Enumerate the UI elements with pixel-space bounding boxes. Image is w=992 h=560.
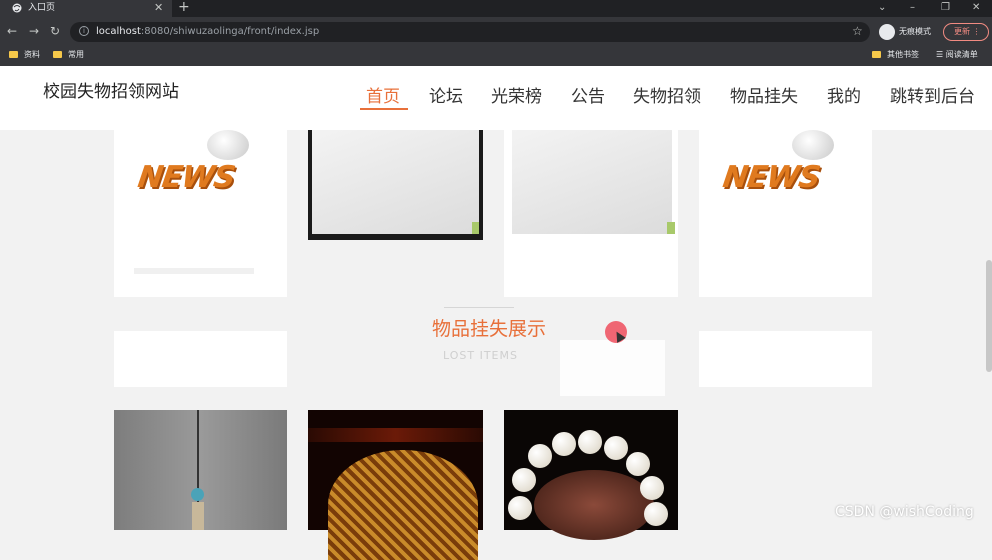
- page-scrollbar[interactable]: [986, 260, 992, 372]
- bead: [644, 502, 668, 526]
- ornament-tassel: [192, 502, 204, 530]
- globe-image: [207, 130, 249, 160]
- section-divider: [444, 307, 514, 308]
- nav-home[interactable]: 首页: [366, 85, 400, 109]
- faded-card-2: [699, 331, 872, 387]
- woven-rim: [308, 428, 483, 442]
- faded-card-3: [560, 340, 665, 396]
- nav-lost-report[interactable]: 物品挂失: [730, 85, 798, 109]
- incognito-icon[interactable]: [879, 24, 895, 40]
- news-card-2[interactable]: NEWS: [699, 130, 872, 297]
- news-image-text: NEWS: [135, 160, 237, 195]
- laptop-image: [512, 130, 672, 234]
- bead: [604, 436, 628, 460]
- card-caption-placeholder: [134, 268, 254, 274]
- bookmark-star-icon[interactable]: ☆: [852, 23, 863, 39]
- bead: [626, 452, 650, 476]
- item-card-woven[interactable]: [308, 410, 483, 560]
- forward-icon[interactable]: →: [29, 23, 39, 39]
- folder-icon: [872, 51, 881, 58]
- address-bar[interactable]: i localhost:8080/shiwuzaolinga/front/ind…: [70, 22, 870, 42]
- laptop-card[interactable]: [308, 130, 483, 242]
- reload-icon[interactable]: ↻: [50, 23, 60, 39]
- bead: [512, 468, 536, 492]
- nav-active-underline: [360, 108, 408, 110]
- incognito-label: 无痕模式: [899, 27, 931, 36]
- restore-icon[interactable]: ❐: [941, 0, 950, 16]
- bead: [578, 430, 602, 454]
- item-card-ornament[interactable]: [114, 410, 287, 530]
- minimize-icon[interactable]: –: [910, 0, 915, 16]
- woven-object: [328, 450, 478, 560]
- bookmark-folder-1[interactable]: 资料: [9, 48, 40, 62]
- laptop-screen: [312, 130, 479, 234]
- close-window-icon[interactable]: ✕: [972, 0, 980, 16]
- news-image-text: NEWS: [720, 160, 822, 195]
- section-title: 物品挂失展示: [432, 318, 547, 340]
- bead: [528, 444, 552, 468]
- tab-close-icon[interactable]: ✕: [154, 0, 163, 16]
- other-bookmarks[interactable]: 其他书签: [872, 48, 919, 62]
- item-card-bracelet[interactable]: [504, 410, 678, 540]
- nav-admin[interactable]: 跳转到后台: [890, 85, 975, 109]
- back-icon[interactable]: ←: [7, 23, 17, 39]
- url-text[interactable]: localhost:8080/shiwuzaolinga/front/index…: [96, 24, 319, 40]
- tab-title: 入口页: [28, 3, 56, 13]
- laptop-card-2[interactable]: [504, 130, 678, 297]
- folder-icon: [53, 51, 62, 58]
- browser-tab[interactable]: 入口页 ✕: [0, 0, 172, 17]
- nav-honor-board[interactable]: 光荣榜: [491, 85, 542, 109]
- bead: [552, 432, 576, 456]
- bookmarks-bar: [0, 46, 992, 66]
- laptop-led: [472, 222, 479, 234]
- site-info-icon[interactable]: i: [79, 26, 89, 36]
- globe-image: [792, 130, 834, 160]
- folder-icon: [9, 51, 18, 58]
- news-card[interactable]: NEWS: [114, 130, 287, 297]
- nav-announcements[interactable]: 公告: [571, 85, 605, 109]
- bookmark-folder-2[interactable]: 常用: [53, 48, 84, 62]
- new-tab-icon[interactable]: +: [178, 0, 190, 16]
- nav-forum[interactable]: 论坛: [429, 85, 463, 109]
- reading-list[interactable]: ☰ 阅读清单: [936, 48, 978, 62]
- bead: [508, 496, 532, 520]
- tab-search-icon[interactable]: ⌄: [878, 0, 886, 16]
- globe-icon: [12, 3, 22, 13]
- site-title: 校园失物招领网站: [43, 82, 179, 102]
- bead: [640, 476, 664, 500]
- section-subtitle: LOST ITEMS: [443, 349, 518, 362]
- nav-mine[interactable]: 我的: [827, 85, 861, 109]
- watermark: CSDN @wishCoding: [835, 504, 974, 520]
- reading-list-icon: ☰: [936, 50, 946, 59]
- nav-lost-found[interactable]: 失物招领: [633, 85, 701, 109]
- ornament-bead: [191, 488, 204, 501]
- faded-card: [114, 331, 287, 387]
- update-button[interactable]: 更新 ⋮: [943, 23, 989, 41]
- laptop-led: [667, 222, 675, 234]
